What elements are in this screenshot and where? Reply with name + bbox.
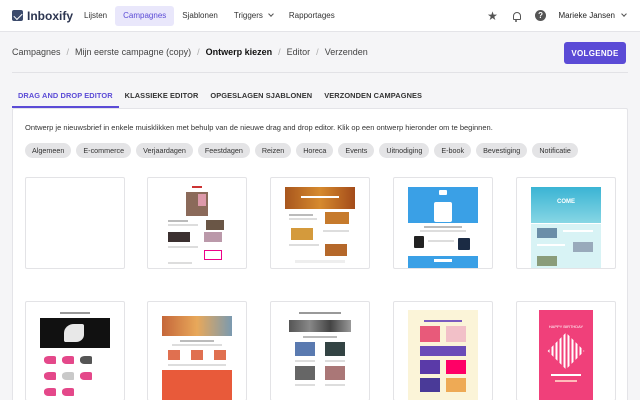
template-blank[interactable] [25,177,125,269]
category-chip[interactable]: Feestdagen [197,143,250,158]
tab-drag-and-drop[interactable]: DRAG AND DROP EDITOR [12,84,119,108]
nav-lijsten[interactable]: Lijsten [76,6,115,26]
template-come[interactable]: COME [516,177,616,269]
template-birthday-title: HAPPY BIRTHDAY [548,324,584,329]
template-preview [164,184,230,268]
nav-campagnes[interactable]: Campagnes [115,5,175,26]
template-birthday[interactable]: HAPPY BIRTHDAY [516,301,616,400]
template-sale[interactable] [393,301,493,400]
category-filters: Algemeen E-commerce Verjaardagen Feestda… [25,143,583,158]
template-horeca[interactable] [147,301,247,400]
template-preview [162,308,232,400]
breadcrumb-bar: Campagnes / Mijn eerste campagne (copy) … [0,32,640,72]
next-button[interactable]: VOLGENDE [564,42,626,64]
help-button[interactable]: ? [529,6,553,26]
nav-triggers[interactable]: Triggers [226,6,281,26]
category-chip[interactable]: Bevestiging [476,143,528,158]
category-chip[interactable]: Reizen [254,143,292,158]
chevron-down-icon [268,10,274,17]
breadcrumb-separator: / [278,47,281,57]
breadcrumb: Campagnes / Mijn eerste campagne (copy) … [12,47,368,57]
chevron-down-icon[interactable] [621,10,627,17]
template-app[interactable] [393,177,493,269]
breadcrumb-separator: / [316,47,319,57]
template-preview: HAPPY BIRTHDAY [531,308,601,400]
template-preview [408,308,478,400]
tab-klassieke-editor[interactable]: KLASSIEKE EDITOR [119,84,205,108]
category-chip[interactable]: Uitnodiging [379,143,430,158]
template-card[interactable] [147,177,247,269]
editor-tabs: DRAG AND DROP EDITOR KLASSIEKE EDITOR OP… [12,84,428,108]
breadcrumb-verzenden[interactable]: Verzenden [325,47,368,57]
template-panel: Ontwerp je nieuwsbrief in enkele muiskli… [12,108,628,400]
breadcrumb-editor[interactable]: Editor [287,47,311,57]
template-preview [285,308,355,400]
divider [12,72,628,73]
breadcrumb-separator: / [66,47,70,57]
bell-icon [512,11,521,22]
user-menu[interactable]: Marieke Jansen [559,11,615,20]
logo-icon [12,10,23,21]
intro-text: Ontwerp je nieuwsbrief in enkele muiskli… [25,123,493,132]
category-chip[interactable]: Algemeen [25,143,72,158]
breadcrumb-ontwerp-kiezen: Ontwerp kiezen [205,47,273,57]
nav-rapportages[interactable]: Rapportages [281,6,343,26]
breadcrumb-campaign[interactable]: Mijn eerste campagne (copy) [75,47,191,57]
template-preview [40,308,110,400]
template-preview [408,184,478,268]
template-events[interactable] [270,301,370,400]
breadcrumb-separator: / [197,47,200,57]
category-chip[interactable]: Notificatie [532,143,578,158]
template-autumn[interactable] [270,177,370,269]
breadcrumb-campagnes[interactable]: Campagnes [12,47,61,57]
star-icon: ★ [487,8,498,23]
template-come-title: COME [557,199,575,205]
category-chip[interactable]: Verjaardagen [136,143,193,158]
logo[interactable]: Inboxify [12,9,76,23]
tab-opgeslagen-sjablonen[interactable]: OPGESLAGEN SJABLONEN [204,84,318,108]
category-chip[interactable]: E-book [434,143,472,158]
favorites-button[interactable]: ★ [481,6,505,26]
template-preview [285,184,355,268]
top-nav: Inboxify Lijsten Campagnes Sjablonen Tri… [0,0,640,32]
template-shoes[interactable] [25,301,125,400]
app-name: Inboxify [27,8,74,23]
template-preview: COME [531,184,601,268]
tab-verzonden-campagnes[interactable]: VERZONDEN CAMPAGNES [318,84,428,108]
category-chip[interactable]: Horeca [296,143,334,158]
nav-sjablonen[interactable]: Sjablonen [174,6,226,26]
help-icon: ? [535,10,547,21]
notifications-button[interactable] [505,6,529,26]
nav-triggers-label: Triggers [233,10,263,20]
category-chip[interactable]: Events [338,143,375,158]
category-chip[interactable]: E-commerce [76,143,132,158]
